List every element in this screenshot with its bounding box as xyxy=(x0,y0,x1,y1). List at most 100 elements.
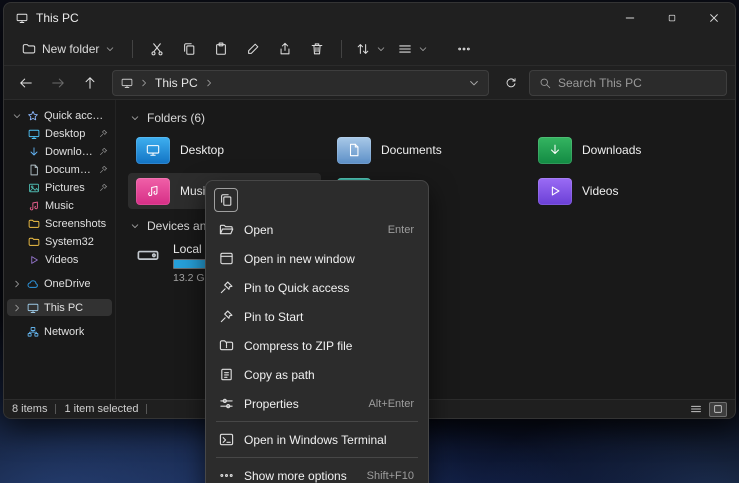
context-menu-quick-actions xyxy=(210,185,424,215)
chevron-down-icon xyxy=(105,44,115,54)
more-options-button[interactable] xyxy=(449,35,479,63)
chevron-down-icon xyxy=(130,221,140,231)
items-count: 8 items xyxy=(12,403,47,415)
chevron-down-icon xyxy=(418,44,428,54)
view-list-icon xyxy=(398,42,412,56)
menu-separator xyxy=(216,421,418,422)
film-icon xyxy=(28,254,40,266)
status-divider xyxy=(146,404,147,414)
sidebar-item-screenshots[interactable]: Screenshots xyxy=(7,215,112,232)
rename-button[interactable] xyxy=(238,35,268,63)
view-button[interactable] xyxy=(393,35,433,63)
paste-icon xyxy=(214,42,228,56)
new-folder-icon xyxy=(22,42,36,56)
new-folder-button[interactable]: New folder xyxy=(14,35,123,63)
folder-tile-downloads[interactable]: Downloads xyxy=(530,132,723,168)
menu-item-copy-as-path[interactable]: Copy as path xyxy=(210,360,424,389)
copy-icon xyxy=(182,42,196,56)
share-button[interactable] xyxy=(270,35,300,63)
sidebar-item-music[interactable]: Music xyxy=(7,197,112,214)
menu-separator xyxy=(216,457,418,458)
sidebar-item-videos[interactable]: Videos xyxy=(7,251,112,268)
menu-item-open[interactable]: Open Enter xyxy=(210,215,424,244)
cut-button[interactable] xyxy=(142,35,172,63)
window-title: This PC xyxy=(36,11,79,25)
pin-icon xyxy=(99,183,108,192)
sidebar-item-desktop[interactable]: Desktop xyxy=(7,125,112,142)
search-input[interactable] xyxy=(558,76,717,90)
back-arrow-icon xyxy=(19,76,33,90)
sidebar-item-network[interactable]: Network xyxy=(7,323,112,340)
context-menu: Open Enter Open in new window Pin to Qui… xyxy=(205,180,429,483)
delete-button[interactable] xyxy=(302,35,332,63)
view-toggles xyxy=(687,402,727,417)
music-folder-icon xyxy=(136,178,170,205)
new-folder-label: New folder xyxy=(42,42,99,56)
cut-icon xyxy=(150,42,164,56)
folder-tile-videos[interactable]: Videos xyxy=(530,173,723,209)
folder-icon xyxy=(28,236,40,248)
onedrive-cloud-icon xyxy=(27,278,39,290)
sidebar-item-downloads[interactable]: Downloads xyxy=(7,143,112,160)
sidebar-item-documents[interactable]: Documents xyxy=(7,161,112,178)
up-button[interactable] xyxy=(76,69,104,97)
sort-button[interactable] xyxy=(351,35,391,63)
titlebar: This PC xyxy=(4,3,735,33)
menu-item-properties[interactable]: Properties Alt+Enter xyxy=(210,389,424,418)
search-box[interactable] xyxy=(529,70,727,96)
more-options-icon xyxy=(219,468,234,483)
selection-count: 1 item selected xyxy=(64,403,138,415)
menu-item-open-in-windows-terminal[interactable]: Open in Windows Terminal xyxy=(210,425,424,454)
menu-item-pin-to-quick-access[interactable]: Pin to Quick access xyxy=(210,273,424,302)
maximize-icon xyxy=(667,13,677,23)
maximize-button[interactable] xyxy=(651,3,693,33)
forward-button[interactable] xyxy=(44,69,72,97)
address-dropdown-icon[interactable] xyxy=(468,77,480,89)
folder-tile-desktop[interactable]: Desktop xyxy=(128,132,321,168)
sidebar-item-quick-access[interactable]: Quick access xyxy=(7,107,112,124)
menu-item-show-more-options[interactable]: Show more options Shift+F10 xyxy=(210,461,424,483)
minimize-button[interactable] xyxy=(609,3,651,33)
quick-access-star-icon xyxy=(27,110,39,122)
status-divider xyxy=(55,404,56,414)
paste-button[interactable] xyxy=(206,35,236,63)
folders-section-header[interactable]: Folders (6) xyxy=(130,111,723,125)
refresh-button[interactable] xyxy=(497,69,525,97)
hard-drive-icon xyxy=(134,244,164,268)
copy-icon xyxy=(219,193,233,207)
toolbar-divider xyxy=(341,40,342,58)
properties-sliders-icon xyxy=(219,396,234,411)
folders-section-title: Folders (6) xyxy=(147,111,205,125)
desktop: This PC New folder xyxy=(0,0,739,483)
document-icon xyxy=(28,164,40,176)
close-icon xyxy=(708,12,720,24)
desktop-folder-icon xyxy=(136,137,170,164)
quick-copy-button[interactable] xyxy=(214,188,238,212)
forward-arrow-icon xyxy=(51,76,65,90)
trash-icon xyxy=(310,42,324,56)
large-icons-view-button[interactable] xyxy=(709,402,727,417)
minimize-icon xyxy=(624,12,636,24)
close-button[interactable] xyxy=(693,3,735,33)
menu-item-pin-to-start[interactable]: Pin to Start xyxy=(210,302,424,331)
menu-item-compress-to-zip[interactable]: Compress to ZIP file xyxy=(210,331,424,360)
thumbnail-view-icon xyxy=(712,403,724,415)
window-controls xyxy=(609,3,735,33)
app-pc-icon xyxy=(16,12,28,24)
back-button[interactable] xyxy=(12,69,40,97)
chevron-right-icon xyxy=(204,78,214,88)
sort-icon xyxy=(356,42,370,56)
menu-item-open-in-new-window[interactable]: Open in new window xyxy=(210,244,424,273)
address-bar[interactable]: This PC xyxy=(112,70,489,96)
sidebar-item-onedrive[interactable]: OneDrive xyxy=(7,275,112,292)
folder-tile-documents[interactable]: Documents xyxy=(329,132,522,168)
copy-button[interactable] xyxy=(174,35,204,63)
desktop-icon xyxy=(28,128,40,140)
sidebar-item-this-pc[interactable]: This PC xyxy=(7,299,112,316)
copy-path-icon xyxy=(219,367,234,382)
breadcrumb-this-pc[interactable]: This PC xyxy=(155,76,198,90)
details-view-button[interactable] xyxy=(687,402,705,417)
sidebar-item-system32[interactable]: System32 xyxy=(7,233,112,250)
sidebar-item-pictures[interactable]: Pictures xyxy=(7,179,112,196)
search-icon xyxy=(539,77,551,89)
